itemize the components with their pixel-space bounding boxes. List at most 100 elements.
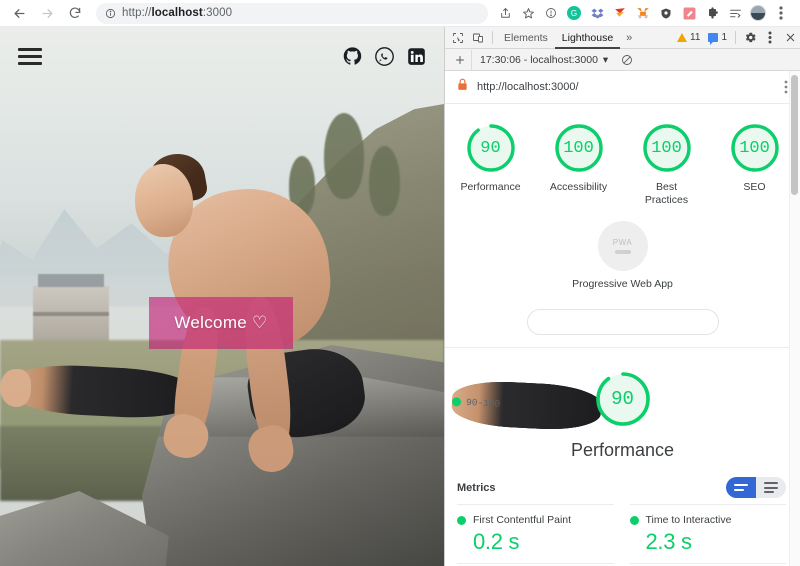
metric-header: First Contentful Paint [457,514,614,526]
shield-ext-icon[interactable] [655,2,677,24]
site-info-icon[interactable] [105,8,116,19]
bookmark-star-icon[interactable] [517,2,539,24]
expanded-view-button[interactable] [726,477,756,498]
colorpick-ext-icon[interactable] [678,2,700,24]
gauge-score: 90 [480,138,501,158]
lighthouse-toolbar: 17:30:06 - localhost:3000 ▾ [445,49,800,71]
rendered-webpage: Welcome ♡ [0,27,444,566]
site-header [0,27,444,85]
gauge-label: Best Practices [644,181,689,206]
add-icon[interactable] [449,50,471,70]
forward-arrow-icon [34,2,60,24]
collapsed-view-icon [764,482,778,493]
pwa-dash-icon [614,250,631,254]
run-selector[interactable]: 17:30:06 - localhost:3000 ▾ [471,49,616,70]
pwa-section[interactable]: PWA Progressive Web App [445,211,800,293]
section-divider [445,335,800,348]
url-port: :3000 [202,7,233,19]
device-toolbar-icon[interactable] [468,28,488,48]
gauge-ring: 100 [553,122,605,174]
report-url[interactable]: http://localhost:3000/ [477,81,775,93]
gauge-label: SEO [743,181,766,193]
gauge-ring: 100 [641,122,693,174]
whatsapp-icon[interactable] [375,46,394,66]
welcome-text: Welcome ♡ [174,313,268,332]
browser-toolbar-icons: G [494,2,794,24]
warnings-count[interactable]: 11 [673,32,704,43]
gauge-accessibility[interactable]: 100 Accessibility [546,122,612,207]
metric-item[interactable]: Time to Interactive 2.3 s [629,504,787,563]
metrics-view-toggle [726,477,786,498]
insecure-lock-icon [457,78,468,96]
metric-value: 0.2 s [473,529,520,554]
toolbar-divider-2 [735,31,736,44]
messages-count[interactable]: 1 [704,32,731,45]
browser-toolbar: http://localhost:3000 G [0,0,800,27]
profile-avatar[interactable] [747,2,769,24]
back-arrow-icon[interactable] [6,2,32,24]
warnings-value: 11 [690,32,701,43]
more-tabs-icon[interactable]: » [620,32,638,44]
gauge-ring: 100 [729,122,781,174]
report-options-icon[interactable] [784,80,788,94]
score-gauges: 90 Performance 100 Accessibility 100 Bes… [445,104,800,211]
hamburger-menu-icon[interactable] [18,47,42,65]
share-icon[interactable] [494,2,516,24]
puzzle-extensions-icon[interactable] [701,2,723,24]
chrome-menu-icon[interactable] [770,2,792,24]
pwa-label: Progressive Web App [572,278,673,290]
gauge-label: Performance [460,181,521,193]
message-bubble-icon [708,33,719,45]
more-options-icon[interactable] [760,28,780,48]
chevron-down-icon: ▾ [602,53,609,66]
address-bar[interactable]: http://localhost:3000 [96,2,488,24]
metrics-heading: Metrics [457,481,496,494]
devtools-panel: Elements Lighthouse » 11 1 17:30:06 - lo… [444,27,800,566]
clear-icon[interactable] [616,50,638,70]
toolbar-divider [492,31,493,44]
legend-range: 90-100 [465,396,501,410]
social-links [343,46,426,66]
report-url-bar: http://localhost:3000/ [445,71,800,104]
metric-name: First Contentful Paint [473,514,572,526]
url-protocol: http:// [122,7,152,19]
grammarly-ext-icon[interactable]: G [563,2,585,24]
reading-list-icon[interactable] [724,2,746,24]
linkedin-icon[interactable] [407,47,426,66]
tab-lighthouse[interactable]: Lighthouse [555,27,620,49]
pocket-ext-icon[interactable] [609,2,631,24]
gauge-ring: 90 [465,122,517,174]
metric-header: Time to Interactive [629,514,787,526]
score-legend: 0-49 50-89 90-100 [451,309,719,432]
gauge-best-practices[interactable]: 100 Best Practices [634,122,700,207]
gauge-seo[interactable]: 100 SEO [722,122,788,207]
metric-item[interactable]: First Contentful Paint 0.2 s [457,504,614,563]
gauge-score: 100 [563,138,594,158]
close-icon[interactable] [780,28,800,48]
dropbox-ext-icon[interactable] [586,2,608,24]
navigation-buttons [6,2,88,24]
github-icon[interactable] [343,46,362,66]
tab-elements[interactable]: Elements [497,27,555,49]
performance-title: Performance [570,440,675,460]
devtools-tabbar: Elements Lighthouse » 11 1 [445,27,800,49]
expanded-view-icon [734,484,748,491]
inspect-element-icon[interactable] [448,28,468,48]
scrollbar-thumb[interactable] [791,75,798,195]
pass-dot-icon [457,515,466,525]
metamask-ext-icon[interactable] [632,2,654,24]
url-text: http://localhost:3000 [122,7,232,19]
collapsed-view-button[interactable] [756,477,786,498]
gauge-score: 100 [739,138,770,158]
messages-value: 1 [721,32,727,43]
url-host: localhost [151,7,203,19]
viewport-split: Welcome ♡ Elements Lighthouse » 11 1 17:… [0,27,800,566]
pwa-badge-text: PWA [612,238,633,247]
gear-icon[interactable] [740,28,760,48]
lighthouse-report[interactable]: http://localhost:3000/ 90 Performance 10… [445,71,800,566]
warning-triangle-icon [677,33,688,42]
reload-icon[interactable] [62,2,88,24]
metrics-grid: First Contentful Paint 0.2 s Time to Int… [445,504,800,566]
info-circle-icon[interactable] [540,2,562,24]
gauge-performance[interactable]: 90 Performance [458,122,524,207]
